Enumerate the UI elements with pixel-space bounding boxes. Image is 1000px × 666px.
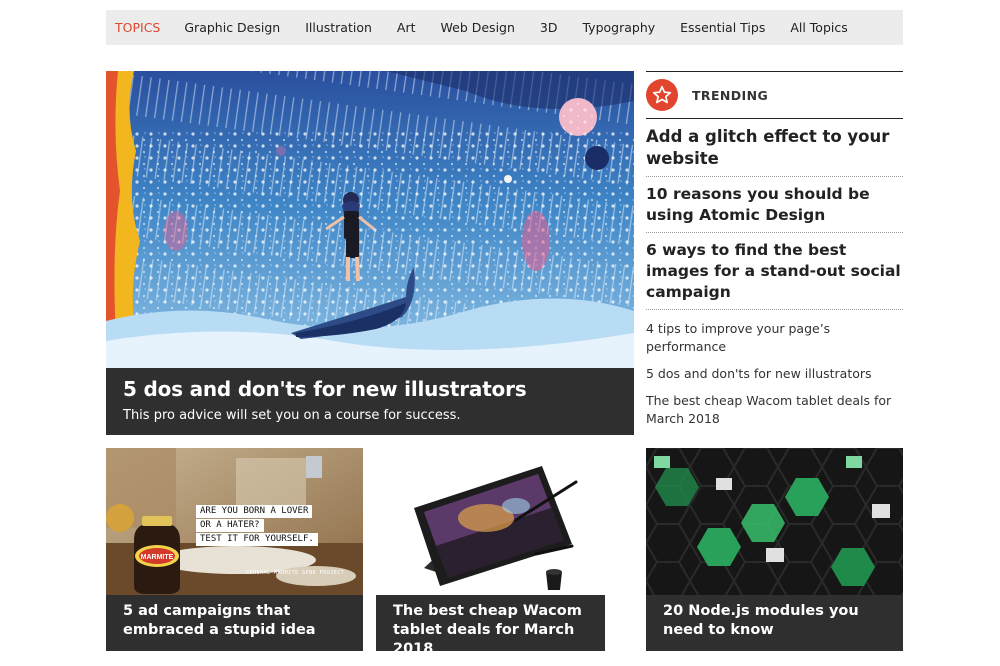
ad-line: OR A HATER? (196, 519, 264, 532)
star-icon (646, 79, 678, 111)
svg-text:MARMITE: MARMITE (141, 554, 174, 561)
trending-featured-link[interactable]: 10 reasons you should be using Atomic De… (646, 177, 903, 233)
trending-link[interactable]: 5 dos and don'ts for new illustrators (646, 365, 903, 383)
ad-footer: GENERAL MARMITE GENE PROJECT (246, 570, 345, 576)
trending-header: TRENDING (646, 71, 903, 119)
nav-essential-tips[interactable]: Essential Tips (680, 20, 765, 35)
nav-3d[interactable]: 3D (540, 20, 558, 35)
nav-typography[interactable]: Typography (582, 20, 655, 35)
card-title[interactable]: The best cheap Wacom tablet deals for Ma… (376, 595, 605, 651)
trending-label: TRENDING (692, 87, 769, 103)
card-title[interactable]: 20 Node.js modules you need to know (646, 595, 903, 651)
wacom-tablet-image (376, 448, 633, 595)
trending-link[interactable]: 4 tips to improve your page’s performanc… (646, 320, 903, 356)
article-card-wacom[interactable]: The best cheap Wacom tablet deals for Ma… (376, 448, 633, 651)
nav-web-design[interactable]: Web Design (441, 20, 515, 35)
card-title[interactable]: 5 ad campaigns that embraced a stupid id… (106, 595, 363, 651)
article-card-nodejs[interactable]: 20 Node.js modules you need to know (646, 448, 903, 651)
trending-featured-link[interactable]: 6 ways to find the best images for a sta… (646, 233, 903, 310)
topics-nav: TOPICS Graphic Design Illustration Art W… (106, 10, 903, 45)
trending-panel: TRENDING Add a glitch effect to your web… (646, 71, 903, 428)
article-card-ad-campaigns[interactable]: MARMITE ARE YOU BORN A LOVER OR A HATER?… (106, 448, 363, 651)
nav-illustration[interactable]: Illustration (305, 20, 372, 35)
trending-featured-link[interactable]: Add a glitch effect to your website (646, 119, 903, 177)
nav-art[interactable]: Art (397, 20, 416, 35)
nav-topics[interactable]: TOPICS (115, 20, 160, 35)
nav-all-topics[interactable]: All Topics (790, 20, 847, 35)
nav-graphic-design[interactable]: Graphic Design (184, 20, 280, 35)
hero-article[interactable]: 5 dos and don'ts for new illustrators Th… (106, 71, 634, 435)
ad-line: ARE YOU BORN A LOVER (196, 505, 313, 518)
ad-copy: ARE YOU BORN A LOVER OR A HATER? TEST IT… (196, 505, 318, 547)
hero-caption: 5 dos and don'ts for new illustrators Th… (106, 368, 634, 435)
trending-link[interactable]: The best cheap Wacom tablet deals for Ma… (646, 392, 903, 428)
ad-line: TEST IT FOR YOURSELF. (196, 533, 318, 546)
hero-subtitle: This pro advice will set you on a course… (123, 408, 461, 423)
hero-title[interactable]: 5 dos and don'ts for new illustrators (123, 376, 634, 402)
nodejs-illustration (646, 448, 903, 595)
hero-illustration (106, 71, 634, 368)
